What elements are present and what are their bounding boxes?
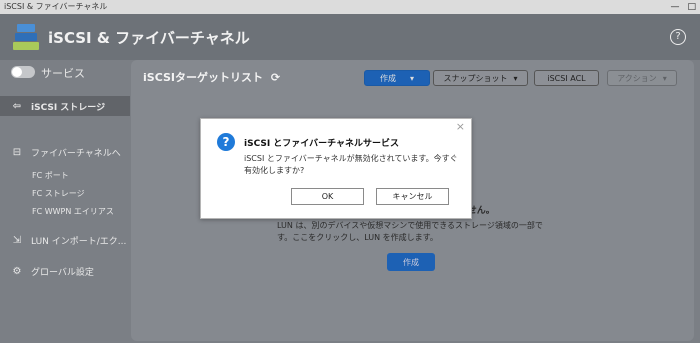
chevron-down-icon: ▾ — [513, 73, 518, 83]
create-label: 作成 — [379, 73, 396, 83]
gear-icon: ⚙ — [12, 265, 22, 277]
service-toggle[interactable] — [11, 66, 35, 78]
action-label: アクション — [617, 73, 657, 83]
enable-service-dialog: × ? iSCSI とファイバーチャネルサービス iSCSI とファイバーチャネ… — [200, 118, 472, 219]
panel-title-text: iSCSIターゲットリスト — [143, 71, 263, 84]
sidebar-item-label: iSCSI ストレージ — [31, 102, 106, 113]
sidebar-item-label: グローバル設定 — [31, 267, 94, 278]
arrow-left-icon: ⇦ — [12, 100, 22, 112]
sidebar: サービス ⇦ iSCSI ストレージ ⊟ ファイバーチャネルへ FC ポート F… — [0, 60, 130, 343]
snapshot-dropdown-button[interactable]: スナップショット ▾ — [433, 70, 528, 86]
sidebar-subitem-fc-wwpn-alias[interactable]: FC WWPN エイリアス — [32, 206, 114, 217]
fc-icon: ⊟ — [12, 146, 22, 158]
sidebar-subitem-fc-port[interactable]: FC ポート — [32, 170, 69, 181]
dialog-title: iSCSI とファイバーチャネルサービス — [244, 139, 400, 149]
sidebar-item-fibre-channel[interactable]: ⊟ ファイバーチャネルへ — [0, 142, 130, 162]
sidebar-item-global-settings[interactable]: ⚙ グローバル設定 — [0, 261, 130, 281]
close-icon[interactable]: × — [456, 120, 465, 133]
create-dropdown-button[interactable]: 作成 ▾ — [364, 70, 430, 86]
window-controls: — □ — [670, 0, 696, 14]
action-dropdown-button[interactable]: アクション ▾ — [607, 70, 677, 86]
sidebar-item-lun-import[interactable]: ⇲ LUN インポート/エク... — [0, 230, 130, 250]
window-titlebar: iSCSI & ファイバーチャネル — □ — [0, 0, 700, 14]
snapshot-label: スナップショット — [443, 73, 508, 83]
chevron-down-icon: ▾ — [662, 73, 667, 83]
refresh-icon[interactable]: ⟳ — [271, 71, 280, 84]
import-icon: ⇲ — [12, 234, 22, 246]
empty-message: LUN は、別のデバイスや仮想マシンで使用できるストレージ領域の一部です。ここを… — [277, 221, 543, 242]
cancel-button[interactable]: キャンセル — [376, 188, 449, 205]
maximize-icon[interactable]: □ — [687, 0, 696, 14]
ok-button[interactable]: OK — [291, 188, 364, 205]
panel-title: iSCSIターゲットリスト ⟳ — [143, 69, 280, 85]
iscsi-acl-button[interactable]: iSCSI ACL — [534, 70, 599, 86]
app-header: iSCSI & ファイバーチャネル ? — [0, 14, 700, 60]
sidebar-item-label: LUN インポート/エク... — [31, 236, 127, 247]
sidebar-item-label: ファイバーチャネルへ — [31, 148, 121, 159]
minimize-icon[interactable]: — — [670, 0, 679, 14]
sidebar-item-iscsi-storage[interactable]: ⇦ iSCSI ストレージ — [0, 96, 130, 116]
sidebar-subitem-fc-storage[interactable]: FC ストレージ — [32, 188, 85, 199]
help-icon[interactable]: ? — [670, 29, 686, 45]
dialog-message: iSCSI とファイバーチャネルが無効化されています。今すぐ有効化しますか? — [244, 154, 458, 175]
chevron-down-icon: ▾ — [409, 73, 414, 83]
service-label: サービス — [41, 67, 85, 80]
create-lun-button[interactable]: 作成 — [387, 253, 435, 271]
window-title: iSCSI & ファイバーチャネル — [4, 2, 108, 11]
iscsi-logo-icon — [13, 24, 39, 50]
question-icon: ? — [217, 133, 235, 151]
app-title: iSCSI & ファイバーチャネル — [48, 29, 250, 47]
